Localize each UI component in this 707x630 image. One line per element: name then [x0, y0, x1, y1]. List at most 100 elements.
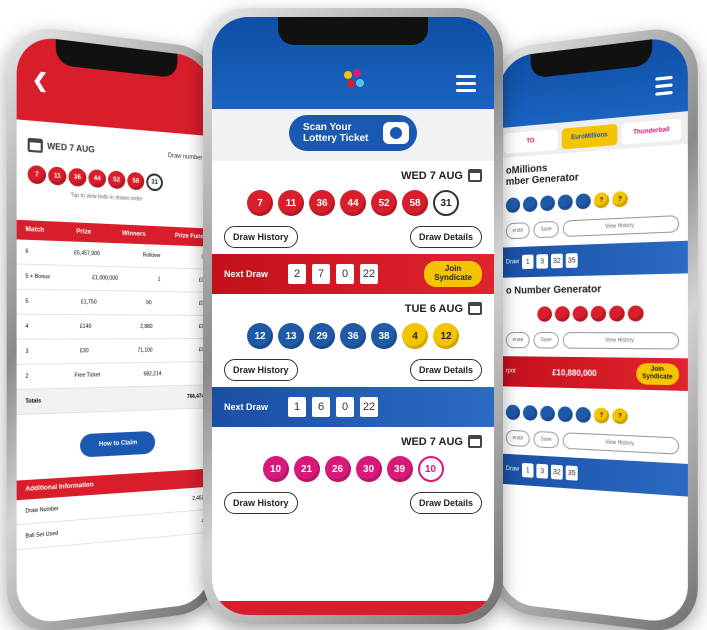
syndicate-line1: Join	[444, 264, 462, 274]
generator-ball	[590, 305, 607, 322]
generator-ball	[609, 305, 625, 322]
left-balls: 7 11 36 44 52 58 31	[27, 164, 203, 194]
lottery-ball: 36	[340, 323, 366, 349]
draw-details-button[interactable]: Draw Details	[409, 492, 482, 514]
center-phone-screen: Scan Your Lottery Ticket WED 7 AUG 7 11 36 4…	[212, 17, 494, 615]
draw-details-button[interactable]: Draw Details	[409, 359, 482, 381]
draw-date: WED 7 AUG	[401, 435, 463, 448]
countdown-box: 0	[336, 397, 354, 417]
draw-date-row: WED 7 AUG	[224, 169, 482, 182]
next-draw-label: Draw	[505, 259, 520, 266]
draw-number-label: Draw number	[167, 152, 203, 162]
draw-number-row-label: Draw Number	[25, 505, 59, 515]
generator-ball: ?	[612, 408, 628, 425]
menu-icon[interactable]	[655, 75, 673, 100]
generate-button[interactable]: erate	[505, 332, 531, 349]
draw-history-button[interactable]: Draw History	[224, 359, 298, 381]
drawn-balls: 12 13 29 36 38 4 12	[224, 323, 482, 349]
lotto-generator-buttons: erate Save View History	[505, 332, 680, 350]
countdown-box: 1	[521, 462, 534, 478]
draw-date-row: WED 7 AUG	[224, 435, 482, 448]
table-row: 4 £140 2,880 £0	[16, 314, 212, 340]
lottery-ball: 36	[309, 190, 335, 216]
view-history-button[interactable]: View History	[562, 215, 680, 238]
next-draw-label: Draw	[505, 465, 520, 473]
join-syndicate-button[interactable]: Join Syndicate	[424, 261, 482, 287]
calendar-icon	[27, 137, 43, 153]
third-generator: ?? erate Save View History	[498, 386, 687, 464]
lottery-ball: 7	[247, 190, 273, 216]
tab-euromillions[interactable]: EuroMillions	[561, 123, 618, 150]
lottery-ball: 12	[247, 323, 273, 349]
lottery-ball: 10	[262, 456, 289, 482]
join-syndicate-button[interactable]: Join Syndicate	[635, 363, 680, 385]
menu-icon[interactable]	[456, 75, 476, 96]
euromillions-generator: oMillions mber Generator ?? erate Save V…	[498, 144, 687, 248]
drawn-balls: 10 21 26 30 39 10	[224, 456, 482, 482]
lottery-ball: 7	[27, 164, 47, 185]
view-history-button[interactable]: View History	[562, 332, 680, 350]
generator-buttons: erate Save View History	[505, 215, 680, 240]
countdown-box: 0	[336, 264, 354, 284]
how-to-claim-button[interactable]: How to Claim	[80, 430, 156, 458]
view-history-button[interactable]: View History	[562, 432, 680, 455]
calendar-icon[interactable]	[468, 302, 482, 315]
next-draw-bar: Draw 1 3 32 35	[498, 240, 688, 278]
save-button[interactable]: Save	[533, 220, 559, 239]
generator-ball	[540, 405, 555, 422]
lottery-logo-icon	[342, 69, 364, 91]
scan-line2: Lottery Ticket	[303, 133, 369, 144]
calendar-icon[interactable]	[468, 435, 482, 448]
save-button[interactable]: Save	[533, 430, 559, 449]
scan-line1: Scan Your	[303, 122, 352, 133]
lottery-ball: 13	[278, 323, 304, 349]
countdown-box: 35	[565, 253, 578, 268]
table-cell: 3	[25, 348, 29, 356]
generator-ball	[575, 406, 591, 424]
table-cell: 682,214	[143, 371, 162, 378]
generator-ball	[627, 305, 644, 322]
generate-button[interactable]: erate	[505, 429, 531, 448]
countdown-box: 3	[536, 254, 549, 269]
lottery-ball: 44	[88, 169, 106, 189]
calendar-icon[interactable]	[468, 169, 482, 182]
lotto-generator: o Number Generator erate Save View Histo…	[498, 273, 687, 358]
generator-ball	[557, 406, 573, 423]
left-phone: ❮ WED 7 AUG Draw number 7 11 36 44 52 58 31 Ta…	[6, 23, 220, 630]
generate-button[interactable]: erate	[505, 222, 531, 240]
lottery-ball: 30	[355, 456, 382, 482]
syndicate-line2: Syndicate	[642, 373, 673, 381]
tab-thunderball[interactable]: Thunderball	[621, 118, 682, 145]
center-phone: Scan Your Lottery Ticket WED 7 AUG 7 11 36 4…	[203, 8, 503, 624]
generator-ball	[522, 196, 538, 213]
draw-result-card: WED 7 AUG 10 21 26 30 39 10 Draw History Draw De…	[212, 427, 494, 520]
camera-icon	[383, 122, 409, 144]
table-cell: 5 + Bonus	[25, 273, 51, 281]
lottery-ball: 11	[48, 166, 67, 186]
third-generator-balls: ??	[505, 404, 679, 427]
generator-ball	[505, 404, 521, 421]
generator-ball: ?	[612, 190, 628, 208]
draw-history-button[interactable]: Draw History	[224, 226, 298, 248]
countdown-box: 35	[565, 465, 578, 481]
table-cell: Free Ticket	[74, 372, 101, 380]
left-phone-screen: ❮ WED 7 AUG Draw number 7 11 36 44 52 58 31 Ta…	[16, 34, 212, 626]
generator-ball: ?	[593, 191, 610, 209]
draw-details-button[interactable]: Draw Details	[409, 226, 482, 248]
table-row: 5 + Bonus £1,000,000 1 £0	[16, 264, 212, 293]
totals-label: Totals	[25, 398, 42, 406]
back-chevron-icon[interactable]: ❮	[32, 69, 48, 93]
generator-ball	[554, 306, 570, 322]
lottery-ball: 36	[68, 167, 87, 187]
generator-ball	[505, 197, 521, 214]
table-cell: Rollover	[142, 252, 161, 260]
scan-ticket-button[interactable]: Scan Your Lottery Ticket	[289, 115, 417, 151]
draw-history-button[interactable]: Draw History	[224, 492, 298, 514]
jackpot-amount: £10,880,000	[552, 367, 597, 378]
phone-notch	[278, 17, 428, 45]
tab-lotto[interactable]: TO	[503, 129, 558, 154]
scan-section: Scan Your Lottery Ticket	[212, 109, 494, 161]
lottery-ball: 58	[402, 190, 428, 216]
save-button[interactable]: Save	[533, 332, 559, 349]
table-cell: £1,750	[80, 299, 97, 306]
